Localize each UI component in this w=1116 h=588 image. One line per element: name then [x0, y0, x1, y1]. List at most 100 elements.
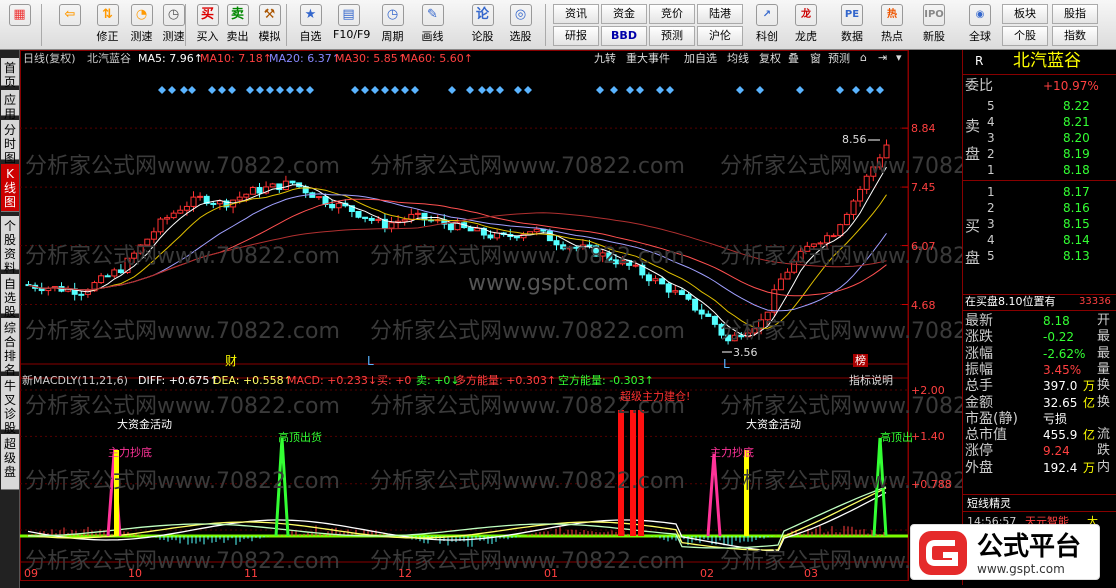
toolbar-buy-button[interactable]: 买买入: [192, 2, 223, 48]
toolbar-right-btn[interactable]: 股指: [1052, 4, 1098, 24]
toolbar-speedometer-button[interactable]: ◔ 测速: [126, 2, 157, 48]
event-diamond[interactable]: [852, 86, 860, 94]
panel-divider: [963, 494, 1116, 495]
event-diamond[interactable]: [866, 86, 874, 94]
event-diamond[interactable]: [876, 86, 884, 94]
toolbar-back-arrow-button[interactable]: ⇦: [52, 2, 88, 48]
event-diamond[interactable]: [636, 86, 644, 94]
event-diamond[interactable]: [524, 86, 532, 94]
chart-tool-7[interactable]: 预测: [828, 52, 850, 65]
event-diamond[interactable]: [610, 86, 618, 94]
event-diamond[interactable]: [256, 86, 264, 94]
event-diamond[interactable]: [756, 86, 764, 94]
event-diamond[interactable]: [448, 86, 456, 94]
event-diamond[interactable]: [188, 86, 196, 94]
toolbar-right-btn[interactable]: 指数: [1052, 26, 1098, 46]
annotation-top: 高顶出货: [278, 431, 322, 444]
toolbar-btn[interactable]: 研报: [553, 26, 599, 46]
event-diamond[interactable]: [208, 86, 216, 94]
macd-duo: 多方能量: +0.303↑: [455, 374, 557, 387]
toolbar-globe-button[interactable]: ◉ 全球: [961, 2, 999, 48]
event-diamond[interactable]: [596, 86, 604, 94]
event-diamond[interactable]: [796, 86, 804, 94]
toolbar-star-button[interactable]: ★ 自选: [295, 2, 326, 48]
left-tab-1[interactable]: 应用: [1, 90, 19, 121]
toolbar-btn[interactable]: 资金: [601, 4, 647, 24]
toolbar-pe-data-button[interactable]: PE 数据: [833, 2, 871, 48]
toolbar-btn[interactable]: BBD: [601, 26, 647, 46]
event-diamond[interactable]: [371, 86, 379, 94]
event-diamond[interactable]: [736, 86, 744, 94]
event-diamond[interactable]: [466, 86, 474, 94]
toolbar-pencil-button[interactable]: ✎ 画线: [417, 2, 448, 48]
event-diamond[interactable]: [391, 86, 399, 94]
event-diamond[interactable]: [486, 86, 494, 94]
event-diamond[interactable]: [514, 86, 522, 94]
toolbar-period-button[interactable]: ◷ 周期: [377, 2, 408, 48]
toolbar-btn[interactable]: 陆港: [697, 4, 743, 24]
dropdown-icon[interactable]: ▾: [896, 51, 902, 64]
event-diamond[interactable]: [401, 86, 409, 94]
left-tab-2[interactable]: 分时图: [1, 120, 19, 165]
toolbar-right-btn[interactable]: 个股: [1002, 26, 1048, 46]
event-diamond[interactable]: [180, 86, 188, 94]
event-diamond[interactable]: [168, 86, 176, 94]
event-diamond[interactable]: [836, 86, 844, 94]
home-icon[interactable]: ⌂: [860, 51, 867, 64]
toolbar-hammer-button[interactable]: ⚒ 模拟: [254, 2, 285, 48]
event-diamond[interactable]: [246, 86, 254, 94]
left-tab-0[interactable]: 首页: [1, 58, 19, 89]
chart-tool-4[interactable]: 复权: [759, 52, 781, 65]
event-diamond[interactable]: [381, 86, 389, 94]
toolbar-up-down-button[interactable]: ⇅ 修正: [92, 2, 123, 48]
toolbar-right-btn[interactable]: 板块: [1002, 4, 1048, 24]
left-tab-6[interactable]: 综合排名: [1, 318, 19, 377]
event-diamond[interactable]: [266, 86, 274, 94]
left-tab-7[interactable]: 牛叉诊股: [1, 376, 19, 435]
event-diamond[interactable]: [218, 86, 226, 94]
stat-label-right: 开: [1097, 313, 1111, 328]
event-diamond[interactable]: [361, 86, 369, 94]
toolbar-select-stock-button[interactable]: ◎ 选股: [505, 2, 536, 48]
event-diamond[interactable]: [296, 86, 304, 94]
annotation-bottom: 主力抄底: [108, 446, 152, 459]
toolbar-grid-button[interactable]: ▦: [4, 2, 35, 48]
event-diamond[interactable]: [626, 86, 634, 94]
kline-chart[interactable]: 分析家公式网www.70822.com 分析家公式网www.70822.com 分析…: [20, 50, 1035, 585]
toolbar-kechuang-button[interactable]: ↗ 科创: [748, 2, 786, 48]
toolbar-sell-button[interactable]: 卖卖出: [222, 2, 253, 48]
toolbar-ipo-button[interactable]: IPO 新股: [915, 2, 953, 48]
chart-tool-3[interactable]: 均线: [727, 52, 749, 65]
chart-tool-0[interactable]: 九转: [594, 52, 616, 65]
toolbar-hot-button[interactable]: 热热点: [873, 2, 911, 48]
toolbar-btn[interactable]: 预测: [649, 26, 695, 46]
event-diamond[interactable]: [286, 86, 294, 94]
chart-tool-2[interactable]: 加自选: [684, 52, 717, 65]
expand-icon[interactable]: ⇥: [878, 51, 887, 64]
chart-tool-1[interactable]: 重大事件: [626, 52, 670, 65]
toolbar-f10-button[interactable]: ▤ F10/F9: [333, 2, 370, 48]
left-tab-8[interactable]: 超级盘: [1, 434, 19, 490]
left-tab-4[interactable]: 个股资料: [1, 216, 19, 275]
event-diamond[interactable]: [478, 86, 486, 94]
indicator-help-button[interactable]: 指标说明: [849, 374, 893, 387]
left-tab-5[interactable]: 自选股: [1, 274, 19, 319]
toolbar-btn[interactable]: 沪伦: [697, 26, 743, 46]
event-diamond[interactable]: [228, 86, 236, 94]
event-diamond[interactable]: [411, 86, 419, 94]
toolbar-btn[interactable]: 资讯: [553, 4, 599, 24]
toolbar-btn[interactable]: 竞价: [649, 4, 695, 24]
chart-tool-6[interactable]: 窗: [810, 52, 821, 65]
event-diamond[interactable]: [656, 86, 664, 94]
chart-tool-5[interactable]: 叠: [788, 52, 799, 65]
candle: [784, 271, 791, 280]
event-diamond[interactable]: [306, 86, 314, 94]
event-diamond[interactable]: [496, 86, 504, 94]
toolbar-discuss-button[interactable]: 论论股: [467, 2, 498, 48]
event-diamond[interactable]: [351, 86, 359, 94]
left-tab-3[interactable]: K线图: [1, 164, 19, 212]
event-diamond[interactable]: [276, 86, 284, 94]
toolbar-dragon-tiger-button[interactable]: 龙龙虎: [787, 2, 825, 48]
event-diamond[interactable]: [158, 86, 166, 94]
event-diamond[interactable]: [666, 86, 674, 94]
